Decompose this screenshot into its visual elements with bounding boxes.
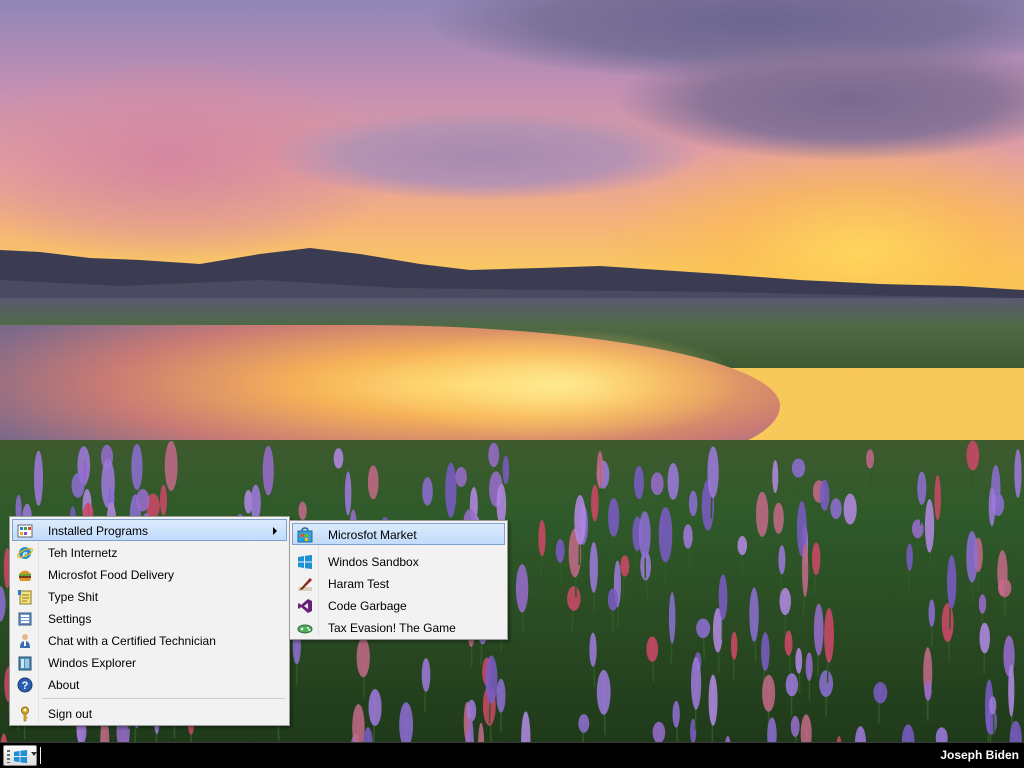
key-icon — [17, 706, 33, 722]
menu-item-sign-out[interactable]: Sign out — [12, 702, 287, 724]
submenu-item-haram-test[interactable]: Haram Test — [292, 572, 505, 594]
menu-item-installed-programs[interactable]: Installed Programs — [12, 519, 287, 541]
notepad-icon — [17, 589, 33, 605]
menu-item-label: Microsfot Food Delivery — [48, 568, 175, 582]
installed-programs-submenu: Microsfot Market Windos Sandbox Haram Te… — [289, 520, 508, 640]
explorer-icon — [17, 655, 33, 671]
submenu-item-tax-evasion-game[interactable]: Tax Evasion! The Game — [292, 616, 505, 638]
pen-icon — [297, 576, 313, 592]
taskbar-separator — [40, 747, 41, 764]
burger-icon — [17, 567, 33, 583]
menu-item-label: Tax Evasion! The Game — [328, 621, 456, 635]
menu-item-type-shit[interactable]: Type Shit — [12, 585, 287, 607]
market-icon — [297, 527, 313, 543]
menu-item-label: Code Garbage — [328, 599, 407, 613]
menu-item-label: Windos Sandbox — [328, 555, 419, 569]
chevron-down-icon — [31, 752, 37, 756]
menu-separator — [42, 698, 285, 699]
game-icon — [297, 620, 313, 636]
menu-item-label: Type Shit — [48, 590, 99, 604]
user-name[interactable]: Joseph Biden — [940, 748, 1019, 762]
submenu-arrow-icon — [273, 527, 277, 535]
start-menu: Installed Programs e Teh Internetz Micro… — [9, 516, 290, 726]
menu-item-food-delivery[interactable]: Microsfot Food Delivery — [12, 563, 287, 585]
taskbar: Joseph Biden — [0, 742, 1024, 768]
installed-programs-icon — [17, 523, 33, 539]
menu-item-chat-technician[interactable]: Chat with a Certified Technician — [12, 629, 287, 651]
internet-explorer-icon: e — [17, 545, 33, 561]
technician-icon — [17, 633, 33, 649]
menu-item-label: Haram Test — [328, 577, 390, 591]
menu-item-settings[interactable]: Settings — [12, 607, 287, 629]
windows-logo-icon — [13, 749, 28, 764]
menu-item-label: Windos Explorer — [48, 656, 137, 670]
menu-item-label: Teh Internetz — [48, 546, 118, 560]
menu-item-about[interactable]: ? About — [12, 673, 287, 695]
menu-item-label: Sign out — [48, 707, 93, 721]
settings-icon — [17, 611, 33, 627]
submenu-item-windos-sandbox[interactable]: Windos Sandbox — [292, 550, 505, 572]
svg-text:?: ? — [22, 680, 29, 692]
cloud — [270, 110, 700, 200]
menu-item-label: Settings — [48, 612, 92, 626]
start-button[interactable] — [3, 745, 37, 766]
menu-item-windos-explorer[interactable]: Windos Explorer — [12, 651, 287, 673]
menu-item-label: About — [48, 678, 80, 692]
toolbar-grip — [7, 750, 10, 763]
help-icon: ? — [17, 677, 33, 693]
submenu-item-microsfot-market[interactable]: Microsfot Market — [292, 523, 505, 545]
submenu-item-code-garbage[interactable]: Code Garbage — [292, 594, 505, 616]
menu-item-label: Microsfot Market — [328, 528, 417, 542]
menu-item-label: Chat with a Certified Technician — [48, 634, 216, 648]
menu-item-teh-internetz[interactable]: e Teh Internetz — [12, 541, 287, 563]
visual-studio-icon — [297, 598, 313, 614]
windows-logo-icon — [297, 554, 313, 570]
menu-item-label: Installed Programs — [48, 524, 149, 538]
